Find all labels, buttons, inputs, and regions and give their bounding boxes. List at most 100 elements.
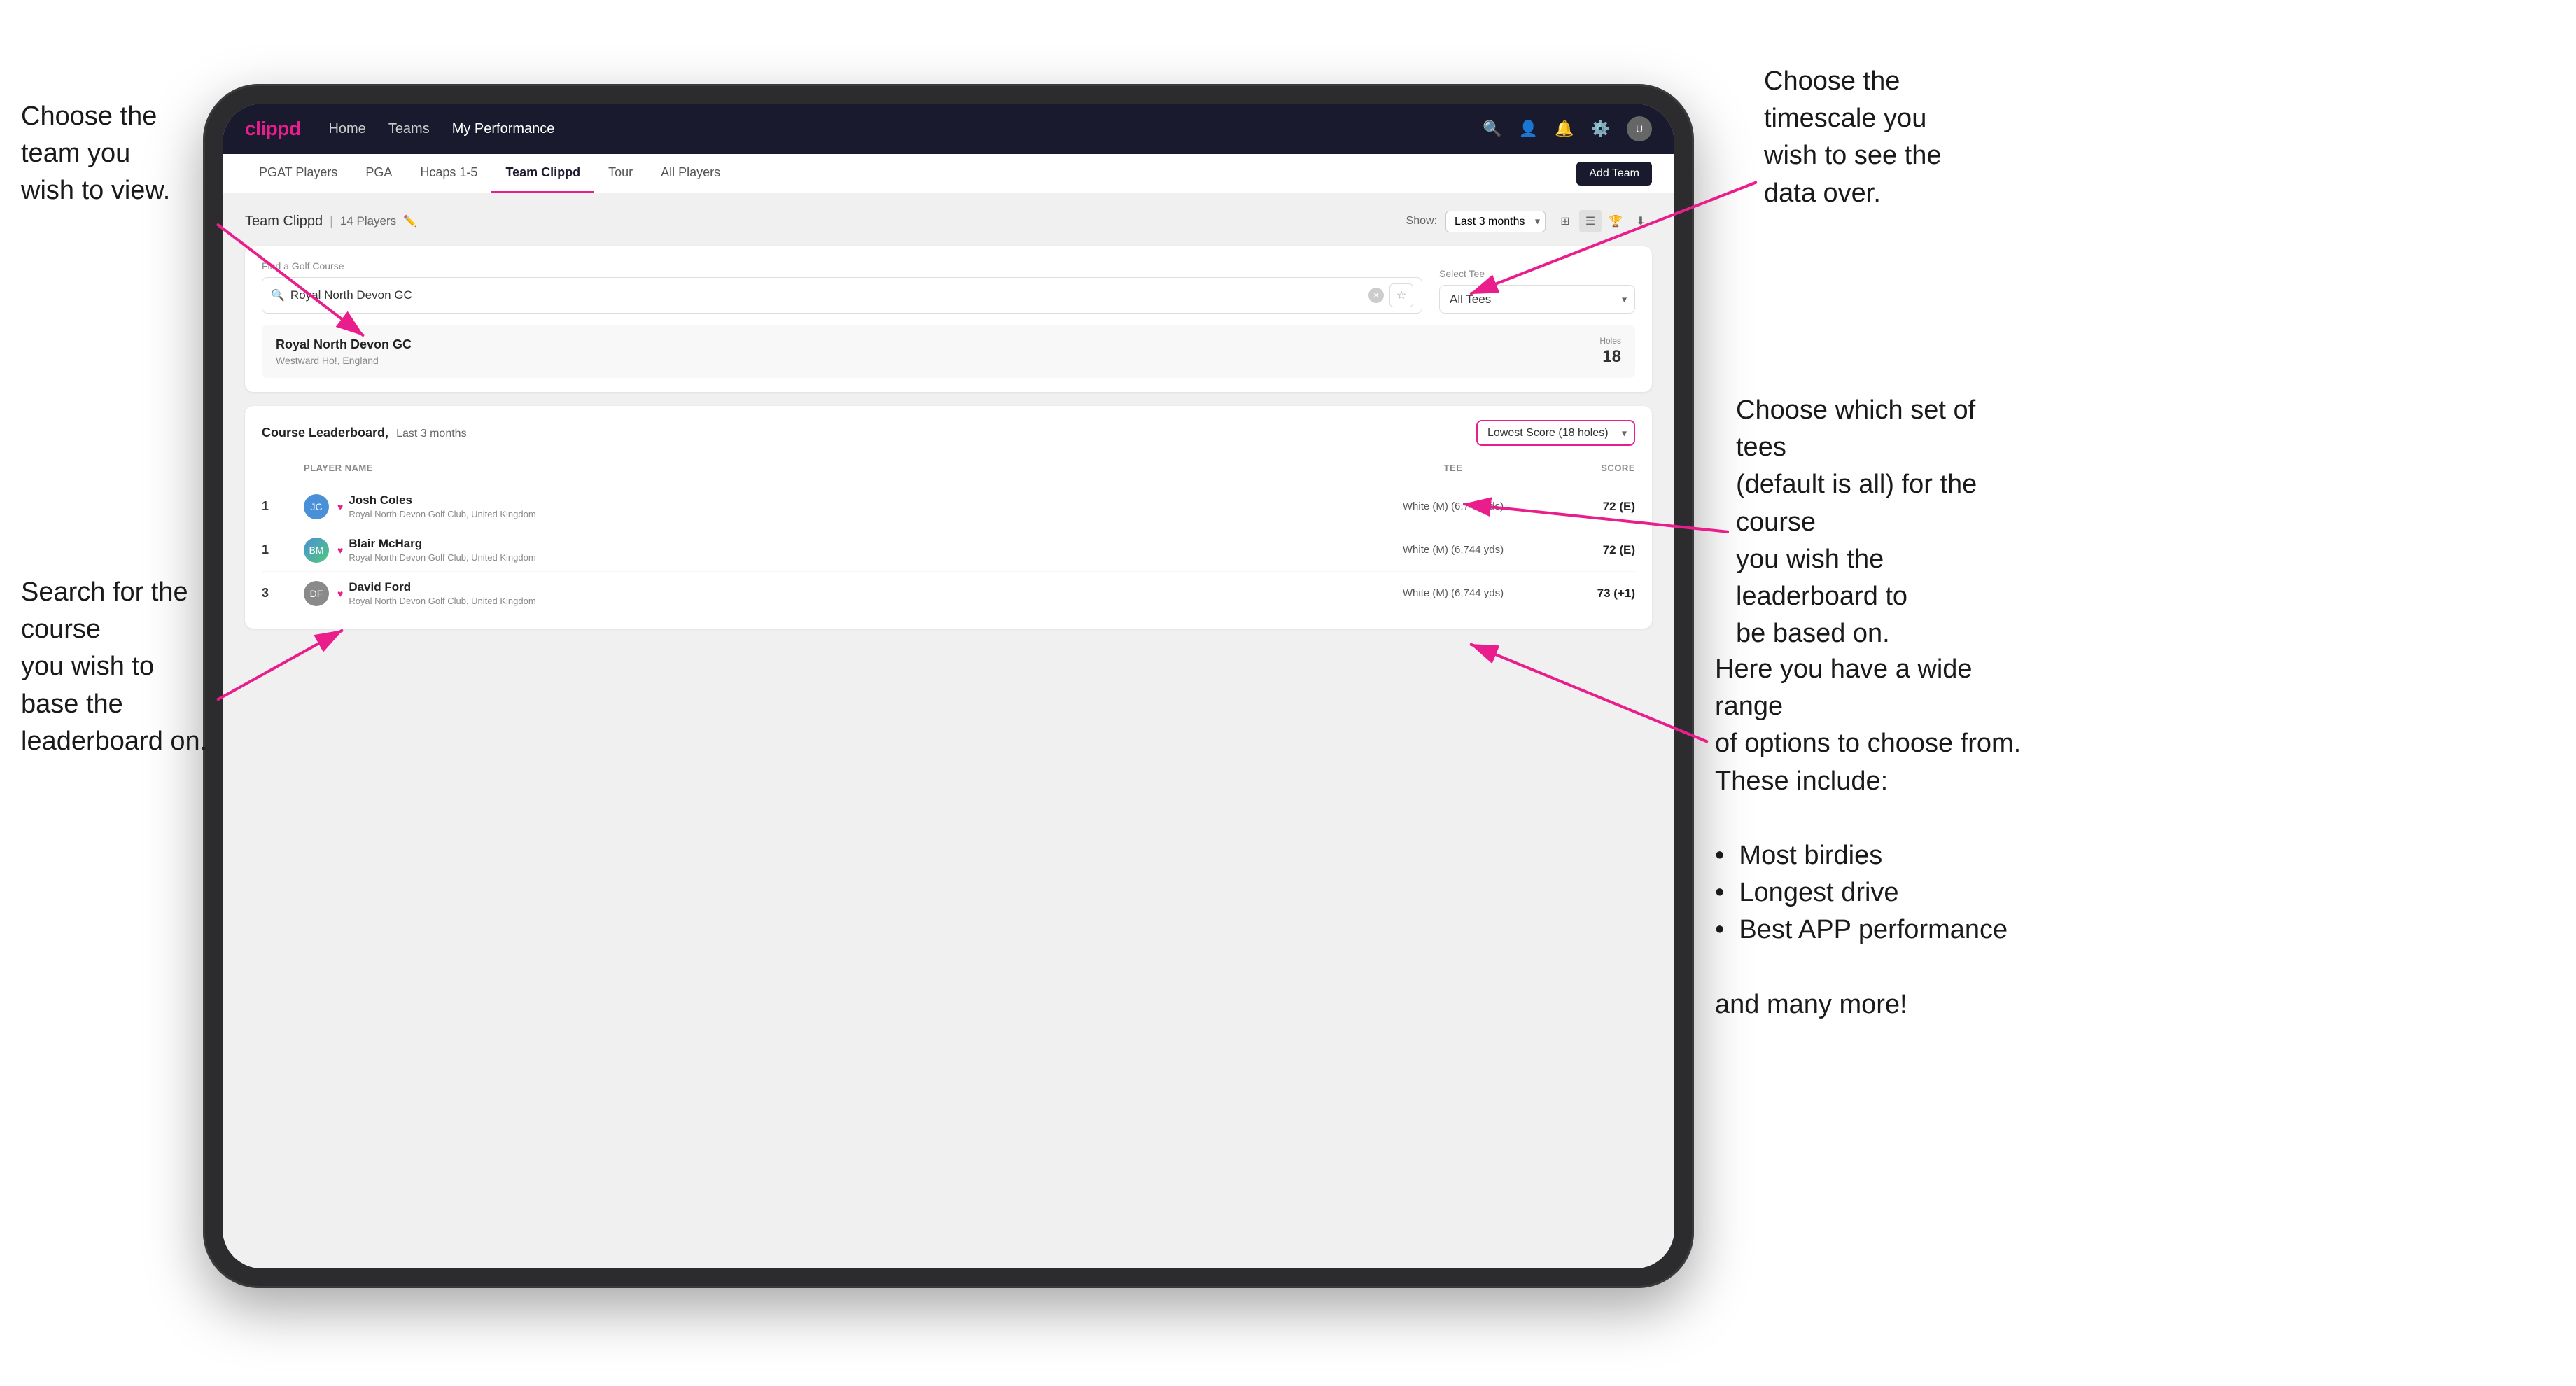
player-avatar-3: DF (304, 581, 329, 606)
sub-nav-tabs: PGAT Players PGA Hcaps 1-5 Team Clippd T… (245, 154, 1576, 193)
sub-tab-hcaps[interactable]: Hcaps 1-5 (406, 154, 491, 193)
player-info-3: DF ♥ David Ford Royal North Devon Golf C… (304, 580, 1355, 606)
search-card: Find a Golf Course 🔍 ✕ ☆ Select Tee Al (245, 246, 1652, 392)
player-club-3: Royal North Devon Golf Club, United King… (349, 596, 536, 606)
sub-tab-tour[interactable]: Tour (594, 154, 647, 193)
score-type-select[interactable]: Lowest Score (18 holes) (1478, 421, 1634, 444)
list-view-icon[interactable]: ☰ (1579, 210, 1602, 232)
search-icon[interactable]: 🔍 (1483, 120, 1502, 138)
course-search-wrapper: 🔍 ✕ ☆ (262, 277, 1422, 314)
nav-home[interactable]: Home (328, 118, 365, 140)
timescale-select-wrapper: Last 3 months (1446, 211, 1546, 232)
sub-tab-all-players[interactable]: All Players (647, 154, 734, 193)
nav-bar: clippd Home Teams My Performance 🔍 👤 🔔 ⚙… (223, 104, 1674, 154)
heart-icon-3[interactable]: ♥ (337, 588, 343, 599)
download-icon[interactable]: ⬇ (1630, 210, 1652, 232)
player-details-2: Blair McHarg Royal North Devon Golf Club… (349, 537, 536, 563)
player-score-1: 72 (E) (1551, 500, 1635, 514)
app-logo: clippd (245, 118, 300, 140)
player-name-2: Blair McHarg (349, 537, 536, 551)
team-title-section: Team Clippd | 14 Players ✏️ (245, 214, 417, 230)
trophy-icon[interactable]: 🏆 (1604, 210, 1627, 232)
team-name: Team Clippd (245, 214, 323, 230)
bell-icon[interactable]: 🔔 (1555, 120, 1574, 138)
leaderboard-card: Course Leaderboard, Last 3 months Lowest… (245, 406, 1652, 629)
table-row[interactable]: 1 JC ♥ Josh Coles Royal North Devon Golf… (262, 485, 1635, 528)
player-rank-3: 3 (262, 586, 304, 601)
annotation-bottom-left: Search for the courseyou wish to base th… (21, 574, 217, 760)
edit-team-icon[interactable]: ✏️ (403, 214, 417, 228)
col-header-score: SCORE (1551, 463, 1635, 473)
favorite-button[interactable]: ☆ (1390, 284, 1413, 307)
tablet-frame: clippd Home Teams My Performance 🔍 👤 🔔 ⚙… (203, 84, 1694, 1288)
holes-number: 18 (1600, 347, 1621, 367)
settings-icon[interactable]: ⚙️ (1591, 120, 1610, 138)
sub-tab-team-clippd[interactable]: Team Clippd (491, 154, 594, 193)
sub-tab-pga[interactable]: PGA (351, 154, 406, 193)
table-row[interactable]: 1 BM ♥ Blair McHarg Royal North Devon Go… (262, 528, 1635, 572)
player-score-2: 72 (E) (1551, 543, 1635, 557)
course-name: Royal North Devon GC (276, 337, 412, 352)
course-search-input[interactable] (290, 288, 1363, 302)
player-score-3: 73 (+1) (1551, 587, 1635, 601)
add-team-button[interactable]: Add Team (1576, 162, 1652, 186)
tee-select-wrapper: All Tees (1439, 285, 1635, 314)
clear-search-button[interactable]: ✕ (1368, 288, 1384, 303)
people-icon[interactable]: 👤 (1519, 120, 1538, 138)
player-details-1: Josh Coles Royal North Devon Golf Club, … (349, 493, 536, 519)
annotation-bottom-right: Here you have a wide rangeof options to … (1715, 651, 2023, 1023)
course-search-group: Find a Golf Course 🔍 ✕ ☆ (262, 260, 1422, 314)
nav-links: Home Teams My Performance (328, 118, 1483, 140)
course-result-info: Royal North Devon GC Westward Ho!, Engla… (276, 337, 412, 366)
player-rank-1: 1 (262, 499, 304, 514)
player-count: 14 Players (340, 214, 396, 228)
timescale-select[interactable]: Last 3 months (1446, 211, 1546, 232)
player-name-1: Josh Coles (349, 493, 536, 507)
table-header: PLAYER NAME TEE SCORE (262, 457, 1635, 479)
find-course-label: Find a Golf Course (262, 260, 1422, 272)
holes-badge: Holes 18 (1600, 336, 1621, 367)
leaderboard-subtitle: Last 3 months (396, 428, 467, 440)
course-location: Westward Ho!, England (276, 355, 412, 366)
player-avatar-1: JC (304, 494, 329, 519)
course-result[interactable]: Royal North Devon GC Westward Ho!, Engla… (262, 325, 1635, 378)
player-club-2: Royal North Devon Golf Club, United King… (349, 552, 536, 563)
team-header: Team Clippd | 14 Players ✏️ Show: Last 3… (245, 210, 1652, 232)
player-tee-1: White (M) (6,744 yds) (1355, 500, 1551, 512)
player-club-1: Royal North Devon Golf Club, United King… (349, 509, 536, 519)
player-tee-3: White (M) (6,744 yds) (1355, 587, 1551, 599)
holes-label: Holes (1600, 336, 1621, 346)
player-rank-2: 1 (262, 542, 304, 557)
col-header-tee: TEE (1355, 463, 1551, 473)
sub-tab-pgat[interactable]: PGAT Players (245, 154, 351, 193)
player-count-separator: | (330, 214, 333, 229)
view-icons: ⊞ ☰ 🏆 ⬇ (1554, 210, 1652, 232)
user-avatar[interactable]: U (1627, 116, 1652, 141)
tee-select[interactable]: All Tees (1439, 285, 1635, 314)
player-avatar-2: BM (304, 538, 329, 563)
main-content: Team Clippd | 14 Players ✏️ Show: Last 3… (223, 193, 1674, 1268)
tee-select-group: Select Tee All Tees (1439, 268, 1635, 314)
team-controls: Show: Last 3 months ⊞ ☰ 🏆 ⬇ (1406, 210, 1652, 232)
nav-teams[interactable]: Teams (388, 118, 430, 140)
show-label: Show: (1406, 215, 1437, 227)
sub-nav: PGAT Players PGA Hcaps 1-5 Team Clippd T… (223, 154, 1674, 193)
annotation-top-left: Choose the team youwish to view. (21, 98, 203, 210)
nav-icons: 🔍 👤 🔔 ⚙️ U (1483, 116, 1652, 141)
leaderboard-table: PLAYER NAME TEE SCORE 1 JC ♥ Josh Coles … (262, 457, 1635, 615)
leaderboard-header: Course Leaderboard, Last 3 months Lowest… (262, 420, 1635, 446)
player-info-2: BM ♥ Blair McHarg Royal North Devon Golf… (304, 537, 1355, 563)
leaderboard-title: Course Leaderboard, Last 3 months (262, 426, 467, 440)
grid-view-icon[interactable]: ⊞ (1554, 210, 1576, 232)
heart-icon-2[interactable]: ♥ (337, 545, 343, 556)
search-input-icon: 🔍 (271, 288, 285, 302)
heart-icon-1[interactable]: ♥ (337, 501, 343, 512)
player-name-3: David Ford (349, 580, 536, 594)
player-tee-2: White (M) (6,744 yds) (1355, 544, 1551, 556)
tee-label: Select Tee (1439, 268, 1635, 279)
score-type-select-wrapper: Lowest Score (18 holes) (1476, 420, 1635, 446)
table-row[interactable]: 3 DF ♥ David Ford Royal North Devon Golf… (262, 572, 1635, 615)
player-details-3: David Ford Royal North Devon Golf Club, … (349, 580, 536, 606)
player-info-1: JC ♥ Josh Coles Royal North Devon Golf C… (304, 493, 1355, 519)
nav-my-performance[interactable]: My Performance (452, 118, 555, 140)
